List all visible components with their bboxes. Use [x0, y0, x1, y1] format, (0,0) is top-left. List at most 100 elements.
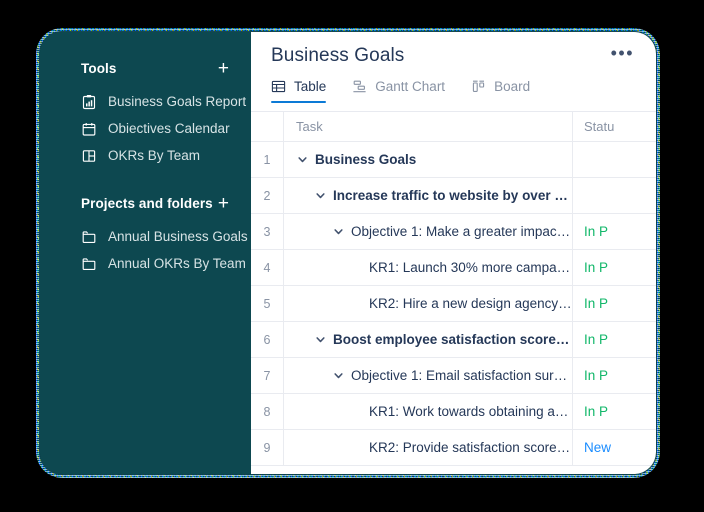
- app-card: Tools + Business Goals Report: [40, 32, 656, 474]
- status-badge[interactable]: [573, 178, 656, 213]
- row-number: 5: [251, 286, 284, 321]
- tab-gantt-chart[interactable]: Gantt Chart: [352, 79, 445, 103]
- task-title: KR1: Launch 30% more campaigns thi…: [369, 260, 572, 275]
- main-header: Business Goals •••: [251, 32, 656, 79]
- sidebar-section-title-tools: Tools: [81, 61, 117, 76]
- task-title: Objective 1: Make a greater impact on o…: [351, 224, 572, 239]
- sidebar-divider-space: [40, 169, 251, 191]
- status-label: In P: [584, 332, 608, 347]
- sidebar: Tools + Business Goals Report: [40, 32, 251, 474]
- task-cell[interactable]: Objective 1: Email satisfaction survey t…: [284, 358, 573, 393]
- sidebar-item-label: OKRs By Team: [108, 148, 200, 163]
- status-label: In P: [584, 296, 608, 311]
- tab-label: Table: [294, 79, 326, 94]
- task-cell[interactable]: Increase traffic to website by over 25% …: [284, 178, 573, 213]
- sidebar-item-obiectives-calendar[interactable]: Obiectives Calendar: [40, 115, 251, 142]
- add-project-button[interactable]: +: [216, 194, 231, 213]
- tab-board[interactable]: Board: [471, 79, 530, 103]
- table-row[interactable]: 2 Increase traffic to website by over 25%…: [251, 178, 656, 214]
- tab-label: Board: [494, 79, 530, 94]
- sidebar-item-label: Annual Business Goals: [108, 229, 248, 244]
- sidebar-item-label: Business Goals Report: [108, 94, 246, 109]
- tab-table[interactable]: Table: [271, 79, 326, 103]
- sidebar-section-tools-header: Tools +: [40, 56, 251, 80]
- chevron-down-icon[interactable]: [332, 369, 345, 382]
- status-badge[interactable]: In P: [573, 358, 656, 393]
- folder-icon: [81, 256, 97, 272]
- gantt-icon: [352, 79, 367, 94]
- table-row[interactable]: 8 KR1: Work towards obtaining a 90% e… In …: [251, 394, 656, 430]
- folder-icon: [81, 229, 97, 245]
- layout-grid-icon: [81, 148, 97, 164]
- task-title: Increase traffic to website by over 25% …: [333, 188, 572, 203]
- sidebar-item-label: Annual OKRs By Team: [108, 256, 246, 271]
- row-number: 1: [251, 142, 284, 177]
- view-tabs: Table Gantt Chart: [251, 79, 656, 112]
- main-panel: Business Goals ••• Table: [251, 32, 656, 474]
- sidebar-item-business-goals-report[interactable]: Business Goals Report: [40, 88, 251, 115]
- status-badge[interactable]: New: [573, 430, 656, 465]
- task-cell[interactable]: KR1: Launch 30% more campaigns thi…: [284, 250, 573, 285]
- chevron-spacer: [350, 261, 363, 274]
- row-number: 4: [251, 250, 284, 285]
- tasks-table: Task Statu 1 Business Goals 2 Increase traf…: [251, 112, 656, 466]
- table-header-row: Task Statu: [251, 112, 656, 142]
- task-cell[interactable]: Objective 1: Make a greater impact on o…: [284, 214, 573, 249]
- status-badge[interactable]: In P: [573, 322, 656, 357]
- status-badge[interactable]: [573, 142, 656, 177]
- row-number: 9: [251, 430, 284, 465]
- task-cell[interactable]: Business Goals: [284, 142, 573, 177]
- status-badge[interactable]: In P: [573, 286, 656, 321]
- chevron-down-icon[interactable]: [314, 333, 327, 346]
- task-title: Business Goals: [315, 152, 416, 167]
- calendar-icon: [81, 121, 97, 137]
- board-icon: [471, 79, 486, 94]
- sidebar-section-title-projects: Projects and folders: [81, 196, 213, 211]
- task-title: Objective 1: Email satisfaction survey t…: [351, 368, 572, 383]
- table-row[interactable]: 6Boost employee satisfaction scores by m…: [251, 322, 656, 358]
- chevron-down-icon[interactable]: [332, 225, 345, 238]
- table-icon: [271, 79, 286, 94]
- table-body: 1 Business Goals 2 Increase traffic to webs…: [251, 142, 656, 466]
- table-row[interactable]: 1 Business Goals: [251, 142, 656, 178]
- column-header-status: Statu: [573, 112, 656, 141]
- task-cell[interactable]: KR2: Provide satisfaction score results…: [284, 430, 573, 465]
- sidebar-item-annual-business-goals[interactable]: Annual Business Goals: [40, 223, 251, 250]
- table-row[interactable]: 7 Objective 1: Email satisfaction survey …: [251, 358, 656, 394]
- row-number: 2: [251, 178, 284, 213]
- column-header-number: [251, 112, 284, 141]
- more-options-icon[interactable]: •••: [611, 44, 634, 68]
- sidebar-item-label: Obiectives Calendar: [108, 121, 230, 136]
- status-badge[interactable]: In P: [573, 214, 656, 249]
- status-badge[interactable]: In P: [573, 250, 656, 285]
- task-cell[interactable]: KR1: Work towards obtaining a 90% e…: [284, 394, 573, 429]
- table-row[interactable]: 5KR2: Hire a new design agency or start……: [251, 286, 656, 322]
- screenshot-stage: Tools + Business Goals Report: [0, 0, 704, 512]
- chevron-spacer: [350, 405, 363, 418]
- chevron-spacer: [350, 441, 363, 454]
- chevron-down-icon[interactable]: [314, 189, 327, 202]
- table-row[interactable]: 3 Objective 1: Make a greater impact on o…: [251, 214, 656, 250]
- table-row[interactable]: 4 KR1: Launch 30% more campaigns thi… In P: [251, 250, 656, 286]
- column-header-task: Task: [284, 112, 573, 141]
- page-title: Business Goals: [271, 45, 404, 67]
- sidebar-item-okrs-by-team[interactable]: OKRs By Team: [40, 142, 251, 169]
- task-cell[interactable]: KR2: Hire a new design agency or start…: [284, 286, 573, 321]
- chevron-spacer: [350, 297, 363, 310]
- row-number: 8: [251, 394, 284, 429]
- clipboard-chart-icon: [81, 94, 97, 110]
- add-tool-button[interactable]: +: [216, 59, 231, 78]
- status-label: In P: [584, 404, 608, 419]
- sidebar-section-projects-header: Projects and folders +: [40, 191, 251, 215]
- sidebar-item-annual-okrs-by-team[interactable]: Annual OKRs By Team: [40, 250, 251, 277]
- task-title: KR1: Work towards obtaining a 90% e…: [369, 404, 572, 419]
- status-label: In P: [584, 260, 608, 275]
- status-label: In P: [584, 368, 608, 383]
- tab-label: Gantt Chart: [375, 79, 445, 94]
- chevron-down-icon[interactable]: [296, 153, 309, 166]
- row-number: 7: [251, 358, 284, 393]
- task-cell[interactable]: Boost employee satisfaction scores by mo…: [284, 322, 573, 357]
- table-row[interactable]: 9KR2: Provide satisfaction score results…: [251, 430, 656, 466]
- status-badge[interactable]: In P: [573, 394, 656, 429]
- row-number: 3: [251, 214, 284, 249]
